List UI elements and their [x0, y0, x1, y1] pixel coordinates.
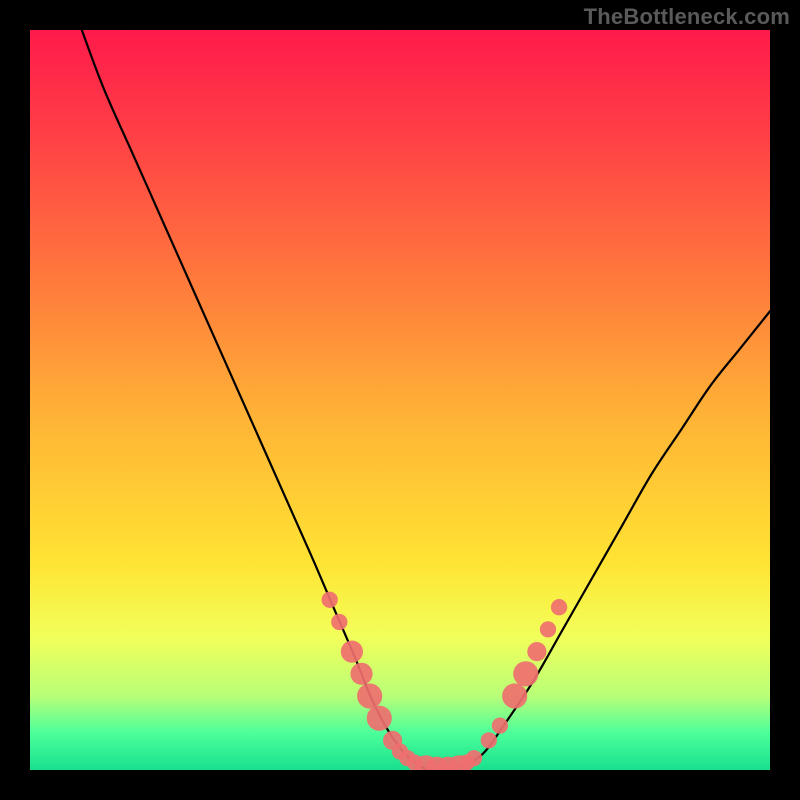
- curve-marker: [540, 621, 556, 637]
- plot-area: [30, 30, 770, 770]
- curve-marker: [322, 592, 338, 608]
- curve-marker: [341, 641, 363, 663]
- curve-marker: [502, 683, 527, 708]
- curve-marker: [513, 661, 538, 686]
- curve-svg: [30, 30, 770, 770]
- curve-marker: [331, 614, 347, 630]
- curve-marker: [350, 663, 372, 685]
- curve-marker: [551, 599, 567, 615]
- curve-marker: [527, 642, 546, 661]
- curve-marker: [367, 706, 392, 731]
- curve-markers: [322, 592, 568, 770]
- curve-marker: [492, 717, 508, 733]
- curve-marker: [466, 750, 482, 766]
- chart-frame: TheBottleneck.com: [0, 0, 800, 800]
- watermark-text: TheBottleneck.com: [584, 4, 790, 30]
- curve-marker: [357, 683, 382, 708]
- curve-marker: [481, 732, 497, 748]
- bottleneck-curve: [82, 30, 770, 770]
